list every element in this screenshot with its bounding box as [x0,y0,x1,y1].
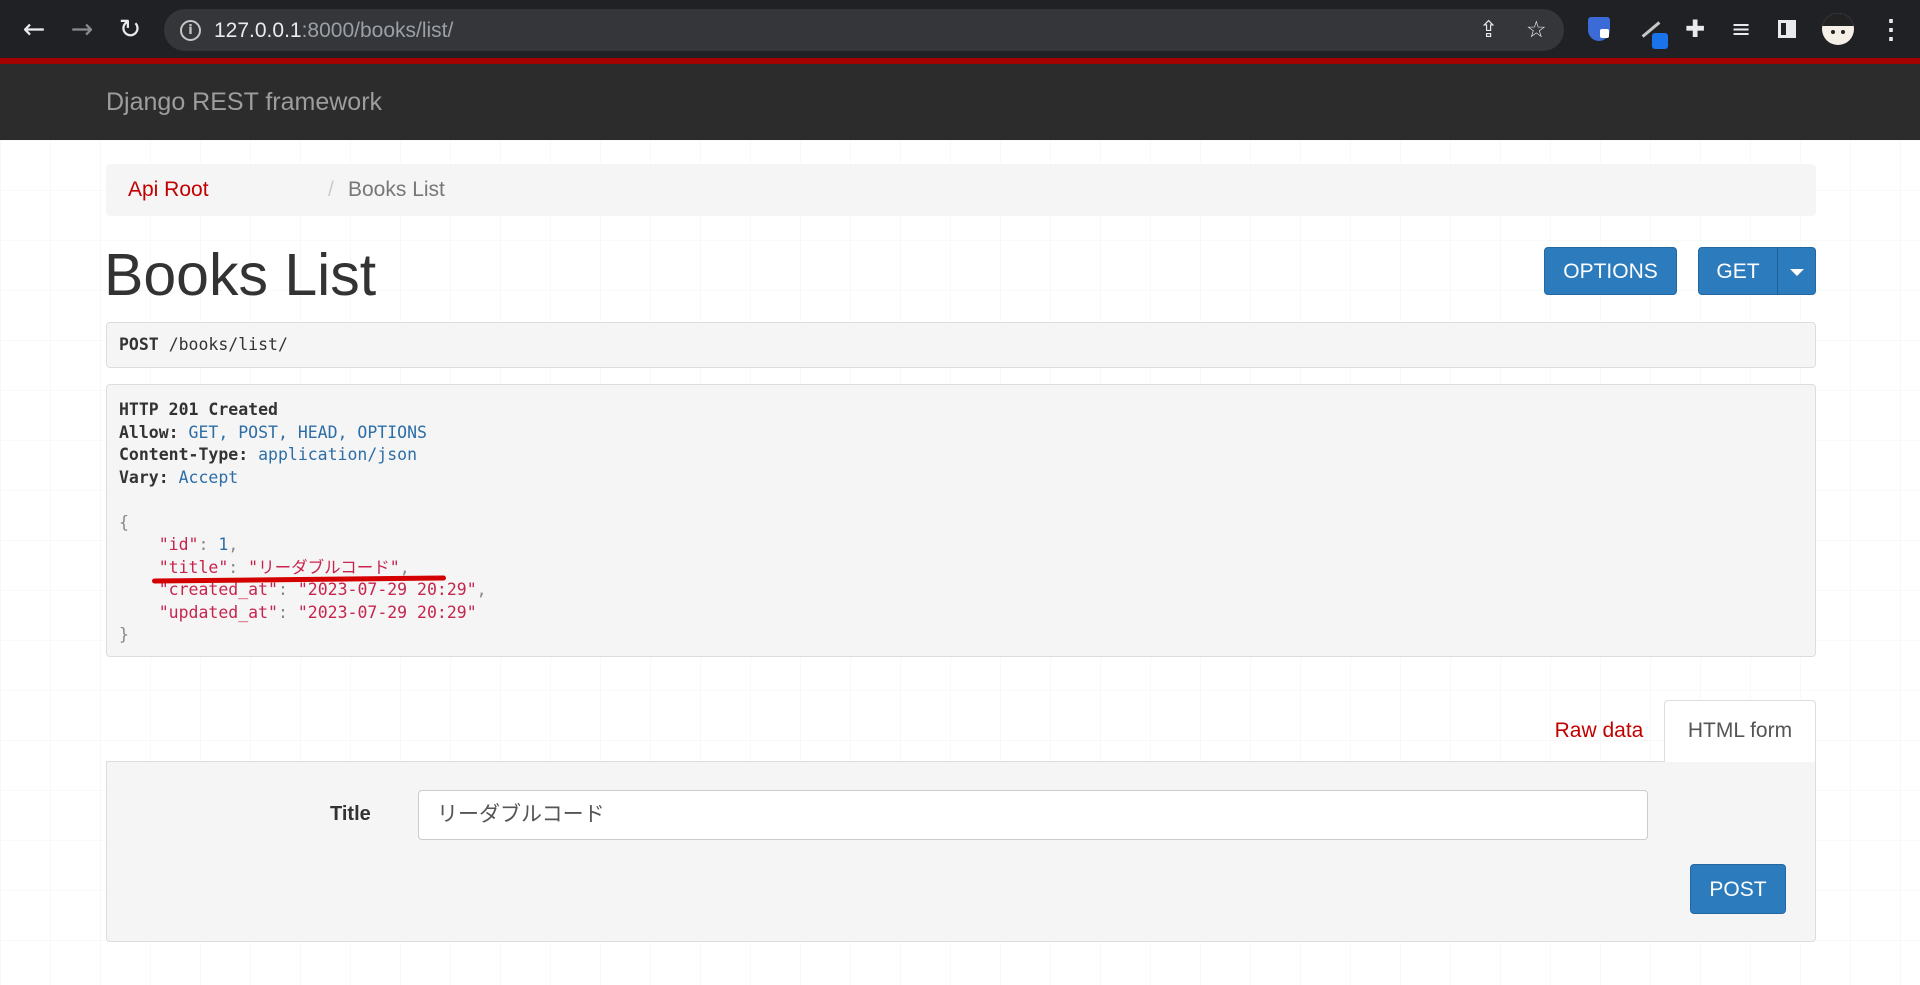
title-field-label: Title [330,803,371,825]
profile-avatar[interactable] [1822,13,1854,45]
options-button[interactable]: OPTIONS [1544,247,1677,295]
json-open-brace: { [119,512,129,532]
post-button[interactable]: POST [1690,864,1786,914]
header-key: Content-Type: [119,445,249,464]
request-method: POST [119,335,159,354]
json-value: 1 [218,535,229,554]
json-value: "2023-07-29 20:29" [297,580,477,599]
extension-shield-icon[interactable] [1588,17,1610,41]
json-value: "リーダブルコード" [248,557,400,577]
forward-icon[interactable]: → [62,10,102,50]
json-key: "id" [158,535,199,554]
response-info: HTTP 201 Created Allow: GET, POST, HEAD,… [106,384,1816,657]
get-button[interactable]: GET [1698,247,1778,295]
back-icon[interactable]: ← [14,10,54,50]
json-key: "updated_at" [158,602,278,622]
site-info-icon[interactable]: i [180,20,201,41]
tab-html-form[interactable]: HTML form [1664,700,1816,762]
json-close-brace: } [119,625,129,644]
header-value: GET, POST, HEAD, OPTIONS [188,422,427,442]
url-text[interactable]: 127.0.0.1:8000/books/list/ [214,19,453,43]
breadcrumb-separator: / [328,178,334,201]
breadcrumb-link-api-root[interactable]: Api Root [128,164,209,216]
browser-toolbar: ← → ↻ i 127.0.0.1:8000/books/list/ ⇪ ☆ ✚… [0,0,1920,58]
extension-pen-icon[interactable] [1638,16,1668,49]
extensions-puzzle-icon[interactable]: ✚ [1678,12,1712,46]
share-icon[interactable]: ⇪ [1479,17,1498,43]
json-key: "title" [158,557,229,577]
breadcrumb: Api Root / Books List [106,164,1816,216]
header-value: Accept [178,467,239,487]
bookmark-star-icon[interactable]: ☆ [1526,17,1547,43]
reload-icon[interactable]: ↻ [110,10,150,50]
reading-list-icon[interactable]: ≡ [1724,12,1758,46]
navbar: Django REST framework [0,64,1920,140]
request-info: POST /books/list/ [106,322,1816,368]
title-input[interactable]: リーダブルコード [418,790,1648,840]
tab-raw-data[interactable]: Raw data [1534,700,1664,762]
navbar-brand[interactable]: Django REST framework [106,88,382,117]
caret-down-icon [1789,268,1804,276]
header-value: application/json [258,445,418,464]
page-title: Books List [104,242,377,308]
post-form-panel [106,761,1816,942]
browser-menu-icon[interactable]: ⋮ [1878,12,1904,46]
json-value: "2023-07-29 20:29" [297,602,477,622]
header-key: Vary: [119,467,169,487]
address-bar[interactable]: i 127.0.0.1:8000/books/list/ ⇪ ☆ [164,9,1564,51]
side-panel-icon[interactable] [1778,20,1796,38]
header-key: Allow: [119,422,179,442]
request-path: /books/list/ [168,335,288,354]
breadcrumb-active: Books List [348,178,445,201]
get-format-dropdown[interactable] [1777,247,1816,295]
response-status: HTTP 201 Created [119,400,278,419]
